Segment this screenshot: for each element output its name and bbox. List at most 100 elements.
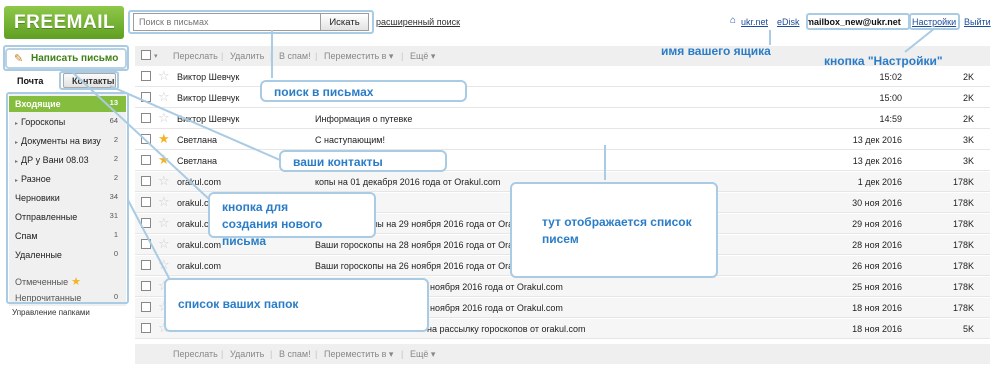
settings-highlight-box bbox=[909, 13, 960, 30]
house-icon: ⌂ bbox=[730, 15, 737, 26]
more-dropdown[interactable]: Ещё ▾ bbox=[410, 349, 435, 360]
star-icon[interactable]: ☆ bbox=[158, 89, 170, 105]
toolbar-divider: | bbox=[401, 349, 404, 359]
message-sender: Виктор Шевчук bbox=[177, 72, 240, 82]
star-icon[interactable]: ☆ bbox=[158, 68, 170, 84]
more-dropdown[interactable]: Ещё ▾ bbox=[410, 51, 435, 62]
edisk-link[interactable]: eDisk bbox=[777, 17, 800, 27]
select-dropdown-icon[interactable]: ▾ bbox=[154, 52, 158, 60]
message-size: 178K bbox=[952, 240, 974, 250]
message-sender: Светлана bbox=[177, 135, 218, 145]
message-subject: копы на 01 декабря 2016 года от Orakul.c… bbox=[315, 177, 501, 187]
message-date: 15:00 bbox=[879, 93, 902, 103]
message-size: 3K bbox=[962, 156, 974, 166]
message-date: 13 дек 2016 bbox=[852, 156, 902, 166]
manage-folders-link[interactable]: Управление папками bbox=[12, 308, 90, 317]
forward-button[interactable]: Переслать bbox=[173, 51, 218, 61]
message-date: 15:02 bbox=[879, 72, 902, 82]
message-checkbox[interactable] bbox=[141, 302, 151, 312]
logout-link[interactable]: Выйти bbox=[964, 17, 991, 27]
message-date: 18 ноя 2016 bbox=[852, 303, 902, 313]
message-sender: orakul.com bbox=[177, 177, 222, 187]
spam-button[interactable]: В спам! bbox=[279, 51, 311, 61]
message-row[interactable]: ★ Светлана С наступающим! 13 дек 2016 3K bbox=[135, 130, 990, 150]
message-checkbox[interactable] bbox=[141, 92, 151, 102]
move-to-dropdown[interactable]: Переместить в ▾ bbox=[324, 51, 393, 62]
spam-button[interactable]: В спам! bbox=[279, 349, 311, 359]
message-date: 13 дек 2016 bbox=[852, 135, 902, 145]
annotation-mailbox-name: имя вашего ящика bbox=[661, 44, 771, 58]
message-subject: С наступающим! bbox=[315, 135, 385, 145]
message-date: 25 ноя 2016 bbox=[852, 282, 902, 292]
message-checkbox[interactable] bbox=[141, 134, 151, 144]
message-subject: ноября 2016 года от Orakul.com bbox=[430, 303, 563, 313]
annotation-compose-button: кнопка для создания нового письма bbox=[208, 192, 376, 248]
message-checkbox[interactable] bbox=[141, 197, 151, 207]
message-size: 178K bbox=[952, 198, 974, 208]
message-checkbox[interactable] bbox=[141, 260, 151, 270]
toolbar-divider: | bbox=[270, 349, 273, 359]
star-icon[interactable]: ★ bbox=[158, 152, 170, 168]
message-row[interactable]: ★ Светлана 13 дек 2016 3K bbox=[135, 151, 990, 171]
message-sender: Виктор Шевчук bbox=[177, 93, 240, 103]
search-highlight-box bbox=[128, 10, 374, 34]
message-checkbox[interactable] bbox=[141, 113, 151, 123]
star-icon[interactable]: ☆ bbox=[158, 257, 170, 273]
move-to-dropdown[interactable]: Переместить в ▾ bbox=[324, 349, 393, 360]
message-size: 2K bbox=[962, 114, 974, 124]
message-size: 2K bbox=[962, 93, 974, 103]
delete-button[interactable]: Удалить bbox=[230, 349, 264, 359]
message-size: 178K bbox=[952, 219, 974, 229]
folders-highlight-box bbox=[6, 92, 129, 304]
message-sender: orakul.com bbox=[177, 240, 222, 250]
annotation-folders-list: список ваших папок bbox=[164, 278, 429, 332]
freemail-logo[interactable]: FREEMAIL bbox=[4, 6, 124, 39]
delete-button[interactable]: Удалить bbox=[230, 51, 264, 61]
contacts-highlight-box bbox=[59, 71, 119, 90]
star-icon[interactable]: ★ bbox=[158, 131, 170, 147]
toolbar-divider: | bbox=[401, 51, 404, 61]
message-checkbox[interactable] bbox=[141, 239, 151, 249]
ukr-net-link[interactable]: ukr.net bbox=[741, 17, 768, 27]
star-icon[interactable]: ☆ bbox=[158, 194, 170, 210]
message-date: 28 ноя 2016 bbox=[852, 240, 902, 250]
annotation-search-in-mail: поиск в письмах bbox=[260, 80, 467, 102]
message-date: 18 ноя 2016 bbox=[852, 324, 902, 334]
advanced-search-link[interactable]: расширенный поиск bbox=[376, 17, 460, 27]
message-size: 178K bbox=[952, 303, 974, 313]
toolbar-divider: | bbox=[315, 349, 318, 359]
star-icon[interactable]: ☆ bbox=[158, 236, 170, 252]
message-row[interactable]: ☆ Виктор Шевчук Информация о путевке 14:59 2… bbox=[135, 109, 990, 129]
message-sender: Виктор Шевчук bbox=[177, 114, 240, 124]
forward-button[interactable]: Переслать bbox=[173, 349, 218, 359]
star-icon[interactable]: ☆ bbox=[158, 110, 170, 126]
toolbar-divider: | bbox=[270, 51, 273, 61]
message-size: 3K bbox=[962, 135, 974, 145]
message-sender: Светлана bbox=[177, 156, 218, 166]
message-subject: ноября 2016 года от Orakul.com bbox=[430, 282, 563, 292]
message-checkbox[interactable] bbox=[141, 71, 151, 81]
message-date: 1 дек 2016 bbox=[857, 177, 902, 187]
tab-mail[interactable]: Почта bbox=[17, 76, 43, 86]
message-size: 2K bbox=[962, 72, 974, 82]
message-size: 5K bbox=[962, 324, 974, 334]
star-icon[interactable]: ☆ bbox=[158, 215, 170, 231]
annotation-settings-button: кнопка "Настройки" bbox=[824, 54, 943, 68]
message-date: 26 ноя 2016 bbox=[852, 261, 902, 271]
message-date: 14:59 bbox=[879, 114, 902, 124]
toolbar-divider: | bbox=[221, 51, 224, 61]
message-date: 30 ноя 2016 bbox=[852, 198, 902, 208]
message-checkbox[interactable] bbox=[141, 323, 151, 333]
message-checkbox[interactable] bbox=[141, 218, 151, 228]
annotation-letters-list: тут отображается список писем bbox=[510, 182, 718, 278]
message-checkbox[interactable] bbox=[141, 155, 151, 165]
mailbox-highlight-box bbox=[806, 13, 910, 30]
star-icon[interactable]: ☆ bbox=[158, 173, 170, 189]
toolbar-divider: | bbox=[315, 51, 318, 61]
message-sender: orakul.com bbox=[177, 261, 222, 271]
annotation-your-contacts: ваши контакты bbox=[279, 150, 447, 172]
message-checkbox[interactable] bbox=[141, 281, 151, 291]
message-checkbox[interactable] bbox=[141, 176, 151, 186]
select-all-checkbox[interactable] bbox=[141, 50, 151, 60]
message-size: 178K bbox=[952, 282, 974, 292]
